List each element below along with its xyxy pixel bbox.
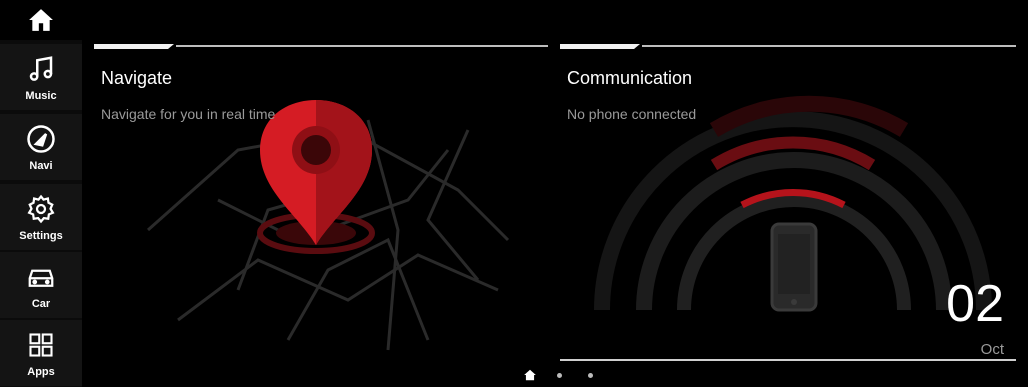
- page-indicator: [523, 367, 603, 383]
- sidebar-item-label: Navi: [29, 160, 53, 172]
- navigate-card[interactable]: Navigate Navigate for you in real time: [88, 40, 548, 370]
- sidebar-item-navi[interactable]: Navi: [0, 114, 82, 180]
- sidebar-item-label: Apps: [27, 366, 55, 378]
- date-day: 02: [946, 275, 1004, 333]
- communication-card[interactable]: Communication No phone connected 02 Oct: [554, 40, 1016, 370]
- music-note-icon: [24, 52, 58, 86]
- sidebar-item-car[interactable]: Car: [0, 252, 82, 318]
- compass-icon: [24, 122, 58, 156]
- date-month: Oct: [980, 341, 1004, 358]
- map-illustration: [94, 44, 548, 351]
- communication-title: Communication: [567, 68, 693, 88]
- apps-grid-icon: [24, 328, 58, 362]
- home-icon[interactable]: [523, 368, 537, 387]
- gear-icon: [24, 192, 58, 226]
- sidebar-item-label: Settings: [19, 230, 63, 242]
- sidebar-item-label: Music: [25, 90, 57, 102]
- sidebar-item-label: Car: [31, 298, 51, 310]
- home-icon: [24, 3, 58, 37]
- page-dot[interactable]: [557, 373, 562, 378]
- sidebar-item-settings[interactable]: Settings: [0, 184, 82, 250]
- sidebar-item-home[interactable]: [0, 0, 82, 40]
- page-dot[interactable]: [588, 373, 593, 378]
- communication-subtitle: No phone connected: [567, 106, 697, 122]
- sidebar-item-apps[interactable]: Apps: [0, 320, 82, 386]
- navigate-title: Navigate: [101, 68, 173, 88]
- sidebar: Music Navi Settings Car Apps: [0, 0, 82, 387]
- navigate-subtitle: Navigate for you in real time: [101, 106, 276, 122]
- sidebar-item-music[interactable]: Music: [0, 44, 82, 110]
- car-icon: [24, 260, 58, 294]
